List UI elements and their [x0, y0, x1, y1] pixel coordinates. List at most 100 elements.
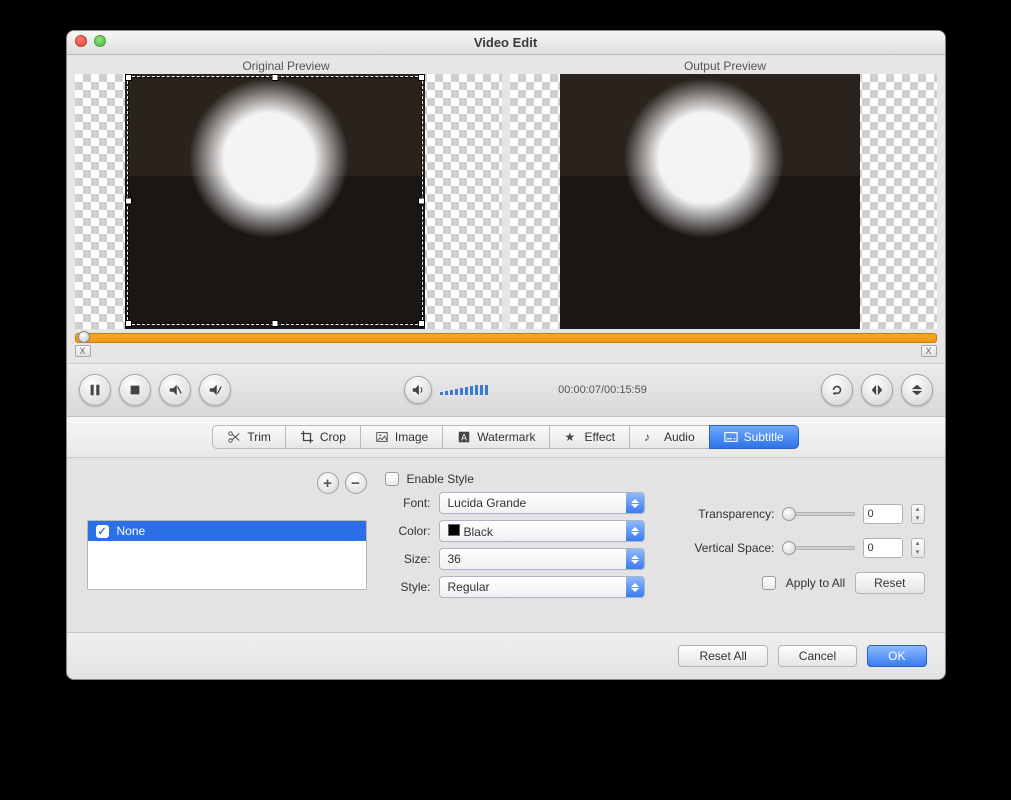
music-note-icon: ♪ [644, 430, 658, 444]
enable-style-checkbox[interactable] [385, 472, 399, 486]
output-preview-label: Output Preview [506, 57, 945, 74]
transparency-stepper[interactable]: ▴▾ [911, 504, 925, 524]
volume-down-icon [168, 383, 182, 397]
titlebar: Video Edit [67, 31, 945, 55]
tab-crop[interactable]: Crop [285, 425, 360, 449]
subtitle-item-label: None [117, 524, 146, 538]
stop-icon [128, 383, 142, 397]
transport-bar: 00:00:07/00:15:59 [67, 363, 945, 417]
crop-handle-tl[interactable] [125, 74, 132, 81]
vertical-space-stepper[interactable]: ▴▾ [911, 538, 925, 558]
crop-icon [300, 430, 314, 444]
tab-subtitle[interactable]: Subtitle [709, 425, 799, 449]
cancel-button[interactable]: Cancel [778, 645, 857, 667]
trim-end-marker[interactable]: X [921, 345, 937, 357]
subtitle-list[interactable]: ✓ None [87, 520, 367, 590]
tab-subtitle-label: Subtitle [744, 430, 784, 444]
size-label: Size: [385, 552, 431, 566]
crop-handle-br[interactable] [418, 320, 425, 327]
tab-watermark[interactable]: A Watermark [442, 425, 549, 449]
combo-arrows-icon [626, 521, 644, 541]
tab-image-label: Image [395, 430, 428, 444]
color-combo[interactable]: Black [439, 520, 645, 542]
tab-audio[interactable]: ♪ Audio [629, 425, 709, 449]
style-combo[interactable]: Regular [439, 576, 645, 598]
video-edit-window: Video Edit Original Preview Output Previ… [66, 30, 946, 680]
volume-up-icon [208, 383, 222, 397]
font-value: Lucida Grande [448, 496, 527, 510]
crop-handle-mt[interactable] [271, 74, 278, 81]
tab-crop-label: Crop [320, 430, 346, 444]
flip-horizontal-icon [870, 383, 884, 397]
subtitle-list-column: + − ✓ None [87, 472, 367, 624]
subtitle-panel: + − ✓ None Enable Style Font: Lucida Gra… [67, 458, 945, 633]
vertical-space-slider[interactable] [783, 546, 855, 550]
volume-up-button[interactable] [199, 374, 231, 406]
vertical-space-label: Vertical Space: [663, 541, 775, 555]
volume-slider[interactable] [440, 385, 540, 395]
combo-arrows-icon [626, 577, 644, 597]
window-controls [75, 35, 106, 47]
crop-handle-bl[interactable] [125, 320, 132, 327]
combo-arrows-icon [626, 549, 644, 569]
original-preview[interactable] [75, 74, 502, 329]
window-title: Video Edit [474, 35, 537, 50]
timeline-track[interactable] [75, 333, 937, 343]
size-value: 36 [448, 552, 461, 566]
preview-labels: Original Preview Output Preview [67, 55, 945, 74]
stop-button[interactable] [119, 374, 151, 406]
trim-start-marker[interactable]: X [75, 345, 91, 357]
playhead-thumb[interactable] [78, 331, 90, 343]
mute-button[interactable] [404, 376, 432, 404]
tab-effect[interactable]: ★ Effect [549, 425, 628, 449]
slider-knob[interactable] [782, 507, 796, 521]
watermark-icon: A [457, 430, 471, 444]
original-preview-label: Original Preview [67, 57, 506, 74]
transparency-label: Transparency: [663, 507, 775, 521]
crop-handle-mr[interactable] [418, 197, 425, 204]
crop-handle-mb[interactable] [271, 320, 278, 327]
subtitle-list-item[interactable]: ✓ None [88, 521, 366, 541]
reset-subtitle-button[interactable]: Reset [855, 572, 924, 594]
combo-arrows-icon [626, 493, 644, 513]
tab-effect-label: Effect [584, 430, 614, 444]
svg-text:A: A [461, 433, 467, 443]
speaker-icon [411, 383, 425, 397]
output-video-frame [560, 74, 860, 329]
transparency-slider[interactable] [783, 512, 855, 516]
subtitle-style-form: Enable Style Font: Lucida Grande Color: … [385, 472, 645, 624]
rotate-button[interactable] [821, 374, 853, 406]
apply-to-all-label: Apply to All [786, 576, 845, 590]
crop-marquee[interactable] [127, 76, 423, 325]
zoom-window-button[interactable] [94, 35, 106, 47]
tab-image[interactable]: Image [360, 425, 442, 449]
tab-trim[interactable]: Trim [212, 425, 285, 449]
ok-button[interactable]: OK [867, 645, 926, 667]
flip-vertical-button[interactable] [901, 374, 933, 406]
transparency-field[interactable]: 0 [863, 504, 903, 524]
color-label: Color: [385, 524, 431, 538]
crop-handle-ml[interactable] [125, 197, 132, 204]
apply-to-all-checkbox[interactable] [762, 576, 776, 590]
volume-down-button[interactable] [159, 374, 191, 406]
rotate-icon [830, 383, 844, 397]
remove-subtitle-button[interactable]: − [345, 472, 367, 494]
slider-knob[interactable] [782, 541, 796, 555]
vertical-space-field[interactable]: 0 [863, 538, 903, 558]
enable-style-label: Enable Style [407, 472, 474, 486]
flip-vertical-icon [910, 383, 924, 397]
time-readout: 00:00:07/00:15:59 [558, 384, 647, 396]
close-window-button[interactable] [75, 35, 87, 47]
reset-all-button[interactable]: Reset All [678, 645, 767, 667]
subtitle-item-checkbox[interactable]: ✓ [96, 525, 109, 538]
tab-audio-label: Audio [664, 430, 695, 444]
crop-handle-tr[interactable] [418, 74, 425, 81]
edit-tabs: Trim Crop Image A Watermark ★ Effect ♪ A… [67, 417, 945, 458]
flip-horizontal-button[interactable] [861, 374, 893, 406]
add-subtitle-button[interactable]: + [317, 472, 339, 494]
timeline-area: X X [67, 329, 945, 363]
style-value: Regular [448, 580, 490, 594]
pause-button[interactable] [79, 374, 111, 406]
size-combo[interactable]: 36 [439, 548, 645, 570]
font-combo[interactable]: Lucida Grande [439, 492, 645, 514]
